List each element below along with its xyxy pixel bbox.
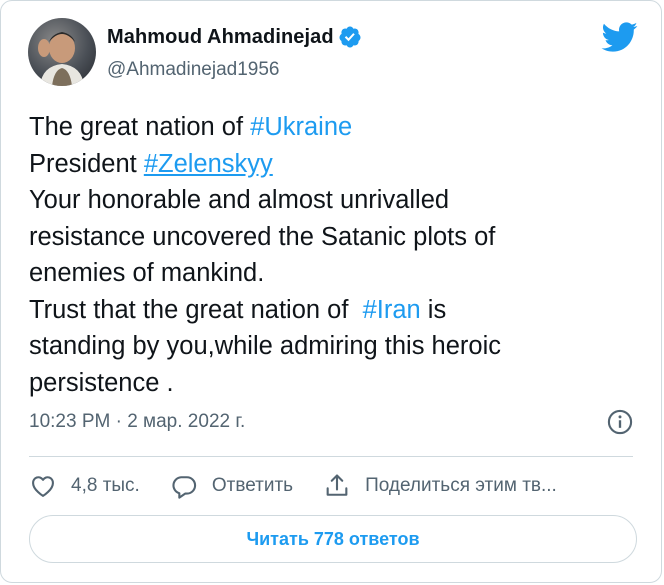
reply-button[interactable]: Ответить <box>170 472 293 500</box>
tweet-text-line: enemies of mankind. <box>29 255 639 292</box>
tweet-actions: 4,8 тыс. Ответить Поделиться этим тв... <box>29 469 587 503</box>
avatar-image <box>38 32 84 86</box>
tweet-text-segment: is <box>420 295 447 324</box>
tweet-text-segment: Trust that the great nation of <box>29 295 363 324</box>
divider <box>29 456 633 457</box>
tweet-text-segment: President <box>29 149 144 178</box>
hashtag-link[interactable]: #Zelenskyy <box>144 150 273 178</box>
share-icon <box>326 474 348 496</box>
author-display-name[interactable]: Mahmoud Ahmadinejad <box>107 26 334 49</box>
tweet-card: Mahmoud Ahmadinejad @Ahmadinejad1956 The… <box>0 0 662 583</box>
tweet-text-segment: enemies of mankind. <box>29 259 265 287</box>
tweet-text-line: persistence . <box>29 365 639 402</box>
tweet-text-line: President #Zelenskyy <box>29 146 639 183</box>
tweet-text-segment: Your honorable and almost unrivalled <box>29 186 450 214</box>
like-count: 4,8 тыс. <box>71 475 140 496</box>
tweet-text-segment: resistance uncovered the Satanic plots o… <box>29 222 496 251</box>
twitter-bird-icon[interactable] <box>600 18 638 56</box>
hashtag-link[interactable]: #Ukraine <box>250 113 352 141</box>
author-name-row[interactable]: Mahmoud Ahmadinejad <box>107 25 362 49</box>
read-replies-button[interactable]: Читать 778 ответов <box>29 515 637 563</box>
avatar[interactable] <box>28 18 96 86</box>
reply-label: Ответить <box>211 475 294 496</box>
tweet-text-line: The great nation of #Ukraine <box>29 109 639 146</box>
tweet-timestamp[interactable]: 10:23 PM · 2 мар. 2022 г. <box>29 411 245 433</box>
tweet-text-segment: persistence . <box>29 368 174 397</box>
tweet-text-line: resistance uncovered the Satanic plots o… <box>29 219 639 256</box>
like-button[interactable]: 4,8 тыс. <box>29 472 140 500</box>
tweet-text-segment: standing by you,while admiring this hero… <box>29 332 501 360</box>
info-icon[interactable] <box>606 408 634 436</box>
tweet-text-segment: The great nation of <box>29 113 251 141</box>
tweet-text-line: Your honorable and almost unrivalled <box>29 182 639 219</box>
verified-badge-icon <box>339 26 361 48</box>
heart-icon <box>32 476 54 497</box>
reply-icon <box>172 476 196 499</box>
share-label: Поделиться этим тв... <box>365 475 557 496</box>
share-button[interactable]: Поделиться этим тв... <box>323 472 557 500</box>
tweet-text-line: standing by you,while admiring this hero… <box>29 328 639 365</box>
tweet-text-line: Trust that the great nation of #Iran is <box>29 292 639 329</box>
hashtag-link[interactable]: #Iran <box>363 296 421 324</box>
author-handle[interactable]: @Ahmadinejad1956 <box>107 59 279 81</box>
tweet-text: The great nation of #Ukraine President #Z… <box>29 109 639 401</box>
